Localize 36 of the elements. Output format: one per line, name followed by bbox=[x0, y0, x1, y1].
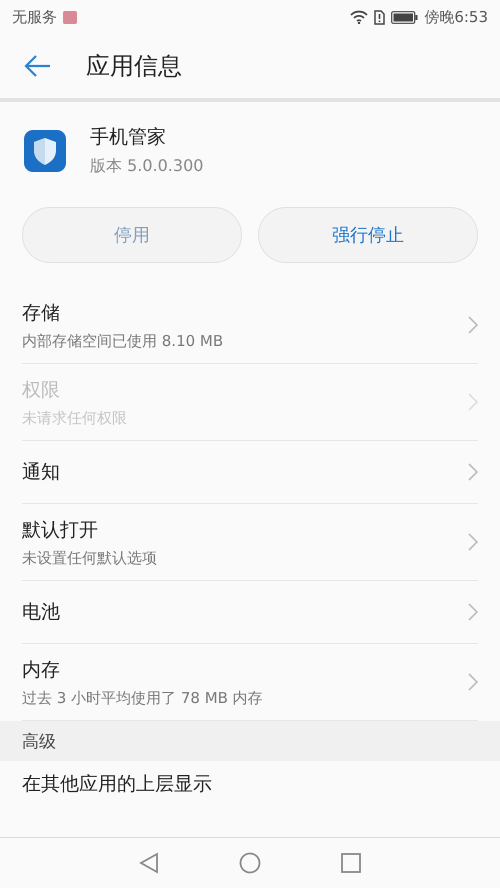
settings-row[interactable]: 通知 bbox=[22, 441, 478, 504]
row-title: 内存 bbox=[22, 658, 61, 682]
row-subtitle: 过去 3 小时平均使用了 78 MB 内存 bbox=[22, 688, 264, 708]
chevron-right-icon bbox=[468, 533, 478, 551]
settings-row[interactable]: 电池 bbox=[22, 581, 478, 644]
chevron-right-icon bbox=[468, 603, 478, 621]
app-name: 手机管家 bbox=[90, 125, 167, 150]
row-subtitle: 未设置任何默认选项 bbox=[22, 548, 158, 568]
chevron-right-icon bbox=[468, 316, 478, 334]
page-title: 应用信息 bbox=[86, 51, 182, 82]
settings-row[interactable]: 在其他应用的上层显示 bbox=[22, 761, 478, 807]
row-title: 电池 bbox=[22, 600, 61, 625]
home-nav-button[interactable] bbox=[239, 852, 261, 874]
clock-text: 傍晚6:53 bbox=[424, 8, 488, 26]
app-version: 版本 5.0.0.300 bbox=[90, 156, 204, 177]
wifi-icon bbox=[350, 10, 368, 24]
row-subtitle: 内部存储空间已使用 8.10 MB bbox=[22, 332, 224, 350]
chevron-right-icon bbox=[468, 673, 478, 691]
battery-icon bbox=[391, 10, 418, 24]
row-title: 通知 bbox=[22, 460, 61, 485]
app-badge-icon bbox=[63, 10, 77, 24]
recents-nav-button[interactable] bbox=[341, 853, 361, 873]
action-button[interactable]: 强行停止 bbox=[258, 207, 478, 263]
chevron-right-icon bbox=[468, 463, 478, 481]
section-title: 高级 bbox=[22, 730, 56, 752]
sim-alert-icon bbox=[374, 10, 386, 24]
back-nav-button[interactable] bbox=[139, 852, 159, 874]
row-title: 权限 bbox=[22, 378, 61, 402]
row-title: 在其他应用的上层显示 bbox=[22, 772, 213, 797]
settings-row[interactable]: 存储 内部存储空间已使用 8.10 MB bbox=[22, 287, 478, 364]
carrier-text: 无服务 bbox=[12, 8, 57, 26]
settings-row[interactable]: 默认打开 未设置任何默认选项 bbox=[22, 504, 478, 581]
row-title: 默认打开 bbox=[22, 518, 99, 542]
shield-app-icon bbox=[24, 130, 66, 172]
row-title: 存储 bbox=[22, 300, 61, 326]
chevron-right-icon bbox=[468, 393, 478, 411]
